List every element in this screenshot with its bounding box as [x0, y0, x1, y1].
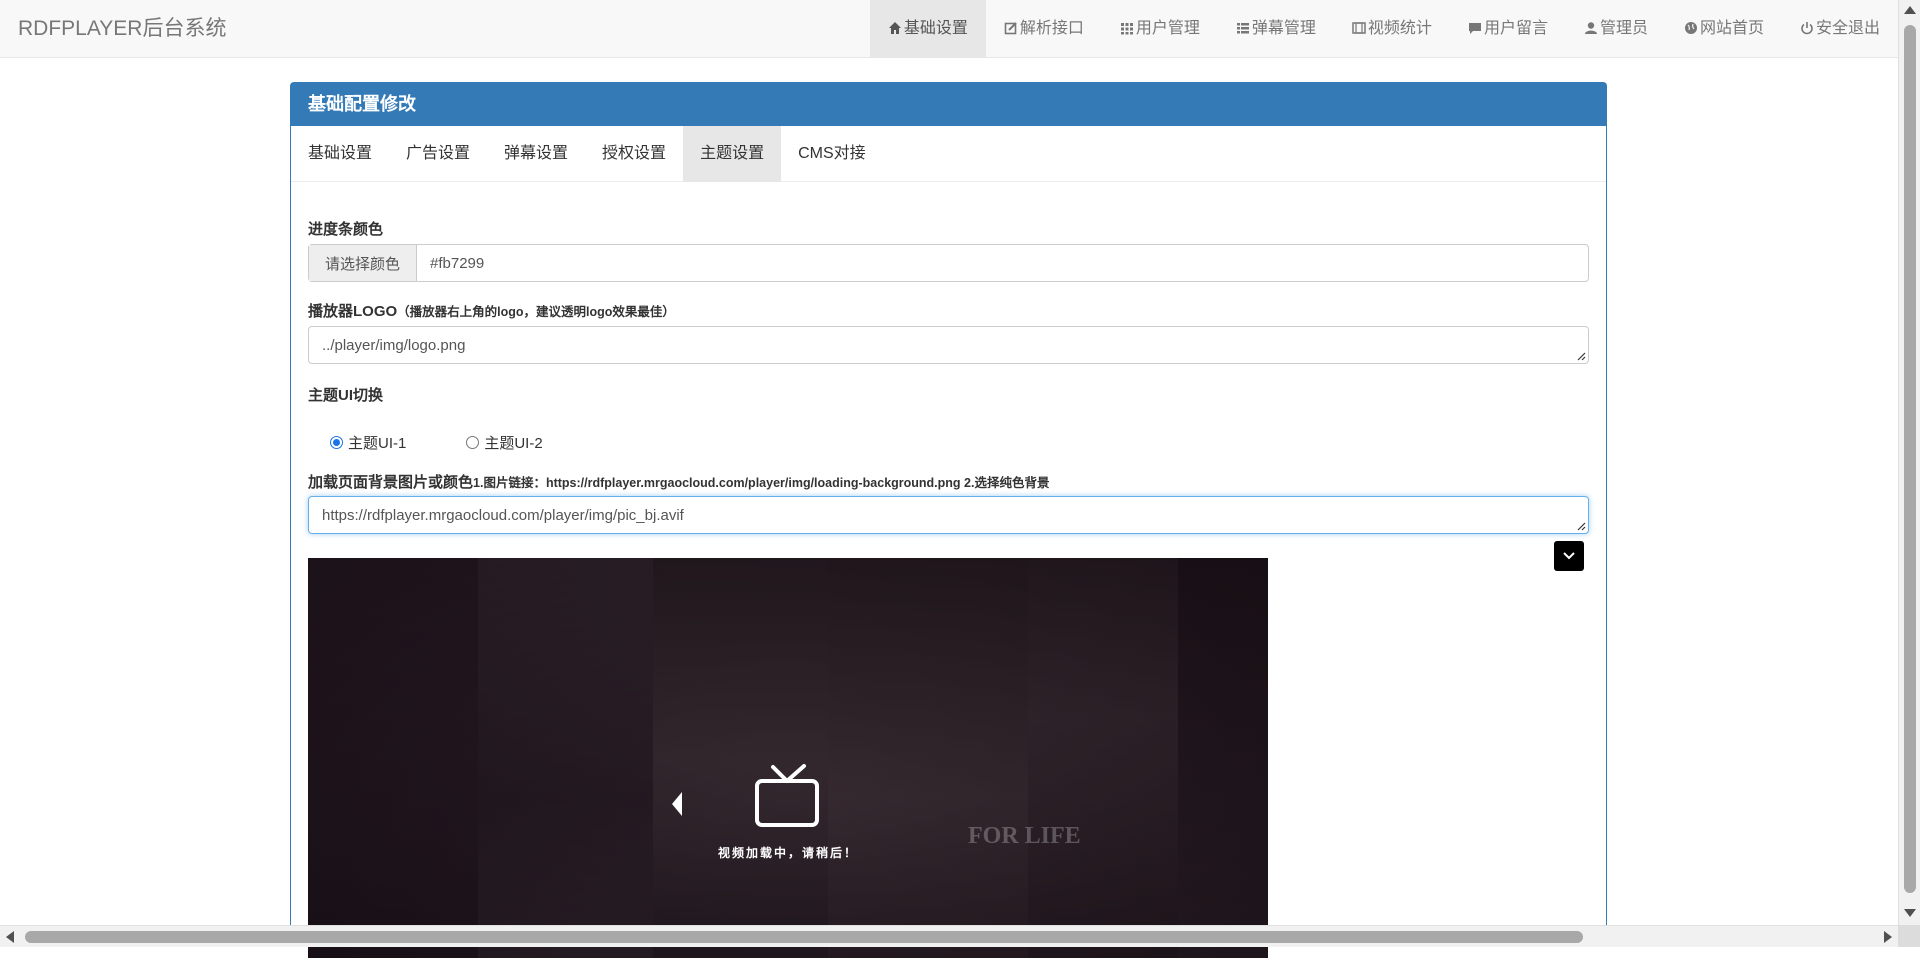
panel-heading: 基础配置修改 [291, 83, 1606, 126]
tab-ad-settings[interactable]: 广告设置 [389, 126, 487, 182]
radio-label: 主题UI-2 [484, 432, 542, 453]
scroll-down-icon[interactable] [1904, 909, 1916, 917]
edit-icon [1004, 21, 1018, 35]
vertical-scrollbar[interactable] [1898, 0, 1920, 947]
nav-item-label: 管理员 [1600, 0, 1648, 58]
collapse-preview-button[interactable] [1554, 541, 1584, 571]
scroll-right-icon[interactable] [1884, 931, 1892, 943]
theme-ui-radio-group: 主题UI-1 主题UI-2 [330, 432, 543, 453]
scroll-left-icon[interactable] [6, 931, 14, 943]
logo-input[interactable]: ../player/img/logo.png [308, 326, 1589, 364]
nav-item-label: 视频统计 [1368, 0, 1432, 58]
resize-handle-icon[interactable] [1576, 521, 1586, 531]
back-arrow-icon [671, 791, 683, 817]
horizontal-scroll-thumb[interactable] [25, 931, 1583, 943]
nav-item-danmaku-management[interactable]: 弹幕管理 [1218, 0, 1334, 58]
app-title[interactable]: RDFPLAYER后台系统 [18, 0, 226, 58]
progress-color-input[interactable]: #fb7299 [417, 245, 1588, 281]
globe-icon [1684, 21, 1698, 35]
nav-item-label: 安全退出 [1816, 0, 1880, 58]
nav-item-label: 用户留言 [1484, 0, 1548, 58]
nav-item-basic-settings[interactable]: 基础设置 [870, 0, 986, 58]
nav-item-logout[interactable]: 安全退出 [1782, 0, 1898, 58]
theme-ui-2-option[interactable]: 主题UI-2 [466, 432, 542, 453]
tab-basic-settings[interactable]: 基础设置 [291, 126, 389, 182]
logo-input-value: ../player/img/logo.png [322, 337, 465, 354]
nav-item-label: 解析接口 [1020, 0, 1084, 58]
nav-item-label: 基础设置 [904, 0, 968, 58]
settings-tabs: 基础设置 广告设置 弹幕设置 授权设置 主题设置 CMS对接 [291, 126, 1606, 182]
loading-bg-label-text: 加载页面背景图片或颜色 [308, 474, 473, 491]
nav-item-admin[interactable]: 管理员 [1566, 0, 1666, 58]
logo-label: 播放器LOGO（播放器右上角的logo，建议透明logo效果最佳） [308, 300, 675, 321]
config-panel: 基础配置修改 基础设置 广告设置 弹幕设置 授权设置 主题设置 CMS对接 进度… [290, 82, 1607, 927]
loading-bg-input-value: https://rdfplayer.mrgaocloud.com/player/… [322, 507, 684, 524]
loading-bg-hint: 1.图片链接：https://rdfplayer.mrgaocloud.com/… [473, 476, 1049, 490]
loading-bg-input[interactable]: https://rdfplayer.mrgaocloud.com/player/… [308, 496, 1589, 534]
tab-auth-settings[interactable]: 授权设置 [585, 126, 683, 182]
tab-danmaku-settings[interactable]: 弹幕设置 [487, 126, 585, 182]
nav-item-label: 弹幕管理 [1252, 0, 1316, 58]
theme-ui-label: 主题UI切换 [308, 384, 383, 405]
nav-item-label: 网站首页 [1700, 0, 1764, 58]
preview-overlay [308, 558, 1268, 958]
nav-item-video-stats[interactable]: 视频统计 [1334, 0, 1450, 58]
comment-icon [1468, 21, 1482, 35]
horizontal-scrollbar[interactable] [0, 925, 1898, 947]
loading-text: 视频加载中，请稍后！ [308, 844, 1268, 861]
theme-ui-1-radio[interactable] [330, 436, 343, 449]
top-navbar: RDFPLAYER后台系统 基础设置 解析接口 用户管理 弹幕管理 视频统计 用… [0, 0, 1898, 58]
progress-color-label: 进度条颜色 [308, 218, 383, 239]
nav-item-parse-api[interactable]: 解析接口 [986, 0, 1102, 58]
tab-cms-integration[interactable]: CMS对接 [781, 126, 883, 182]
resize-handle-icon[interactable] [1576, 351, 1586, 361]
tv-icon [754, 763, 820, 829]
home-icon [888, 21, 902, 35]
nav-item-site-home[interactable]: 网站首页 [1666, 0, 1782, 58]
nav-item-label: 用户管理 [1136, 0, 1200, 58]
list-icon [1236, 21, 1250, 35]
scroll-up-icon[interactable] [1904, 6, 1916, 14]
nav-item-user-management[interactable]: 用户管理 [1102, 0, 1218, 58]
grid-icon [1120, 21, 1134, 35]
main-nav: 基础设置 解析接口 用户管理 弹幕管理 视频统计 用户留言 管理员 网站首页 [870, 0, 1898, 58]
progress-color-field: 请选择颜色 #fb7299 [308, 244, 1589, 282]
power-icon [1800, 21, 1814, 35]
radio-label: 主题UI-1 [348, 432, 406, 453]
theme-ui-1-option[interactable]: 主题UI-1 [330, 432, 406, 453]
scrollbar-corner [1898, 925, 1920, 947]
theme-ui-2-radio[interactable] [466, 436, 479, 449]
tab-theme-settings[interactable]: 主题设置 [683, 126, 781, 182]
loading-background-preview: FOR LIFE 视频加载中，请稍后！ [308, 558, 1268, 958]
loading-bg-label: 加载页面背景图片或颜色1.图片链接：https://rdfplayer.mrga… [308, 471, 1049, 492]
user-icon [1584, 21, 1598, 35]
logo-hint: （播放器右上角的logo，建议透明logo效果最佳） [397, 305, 675, 319]
chevron-down-icon [1562, 551, 1576, 561]
logo-label-text: 播放器LOGO [308, 303, 397, 320]
vertical-scroll-thumb[interactable] [1904, 25, 1916, 893]
nav-item-user-messages[interactable]: 用户留言 [1450, 0, 1566, 58]
color-picker-button[interactable]: 请选择颜色 [309, 245, 417, 281]
film-icon [1352, 21, 1366, 35]
